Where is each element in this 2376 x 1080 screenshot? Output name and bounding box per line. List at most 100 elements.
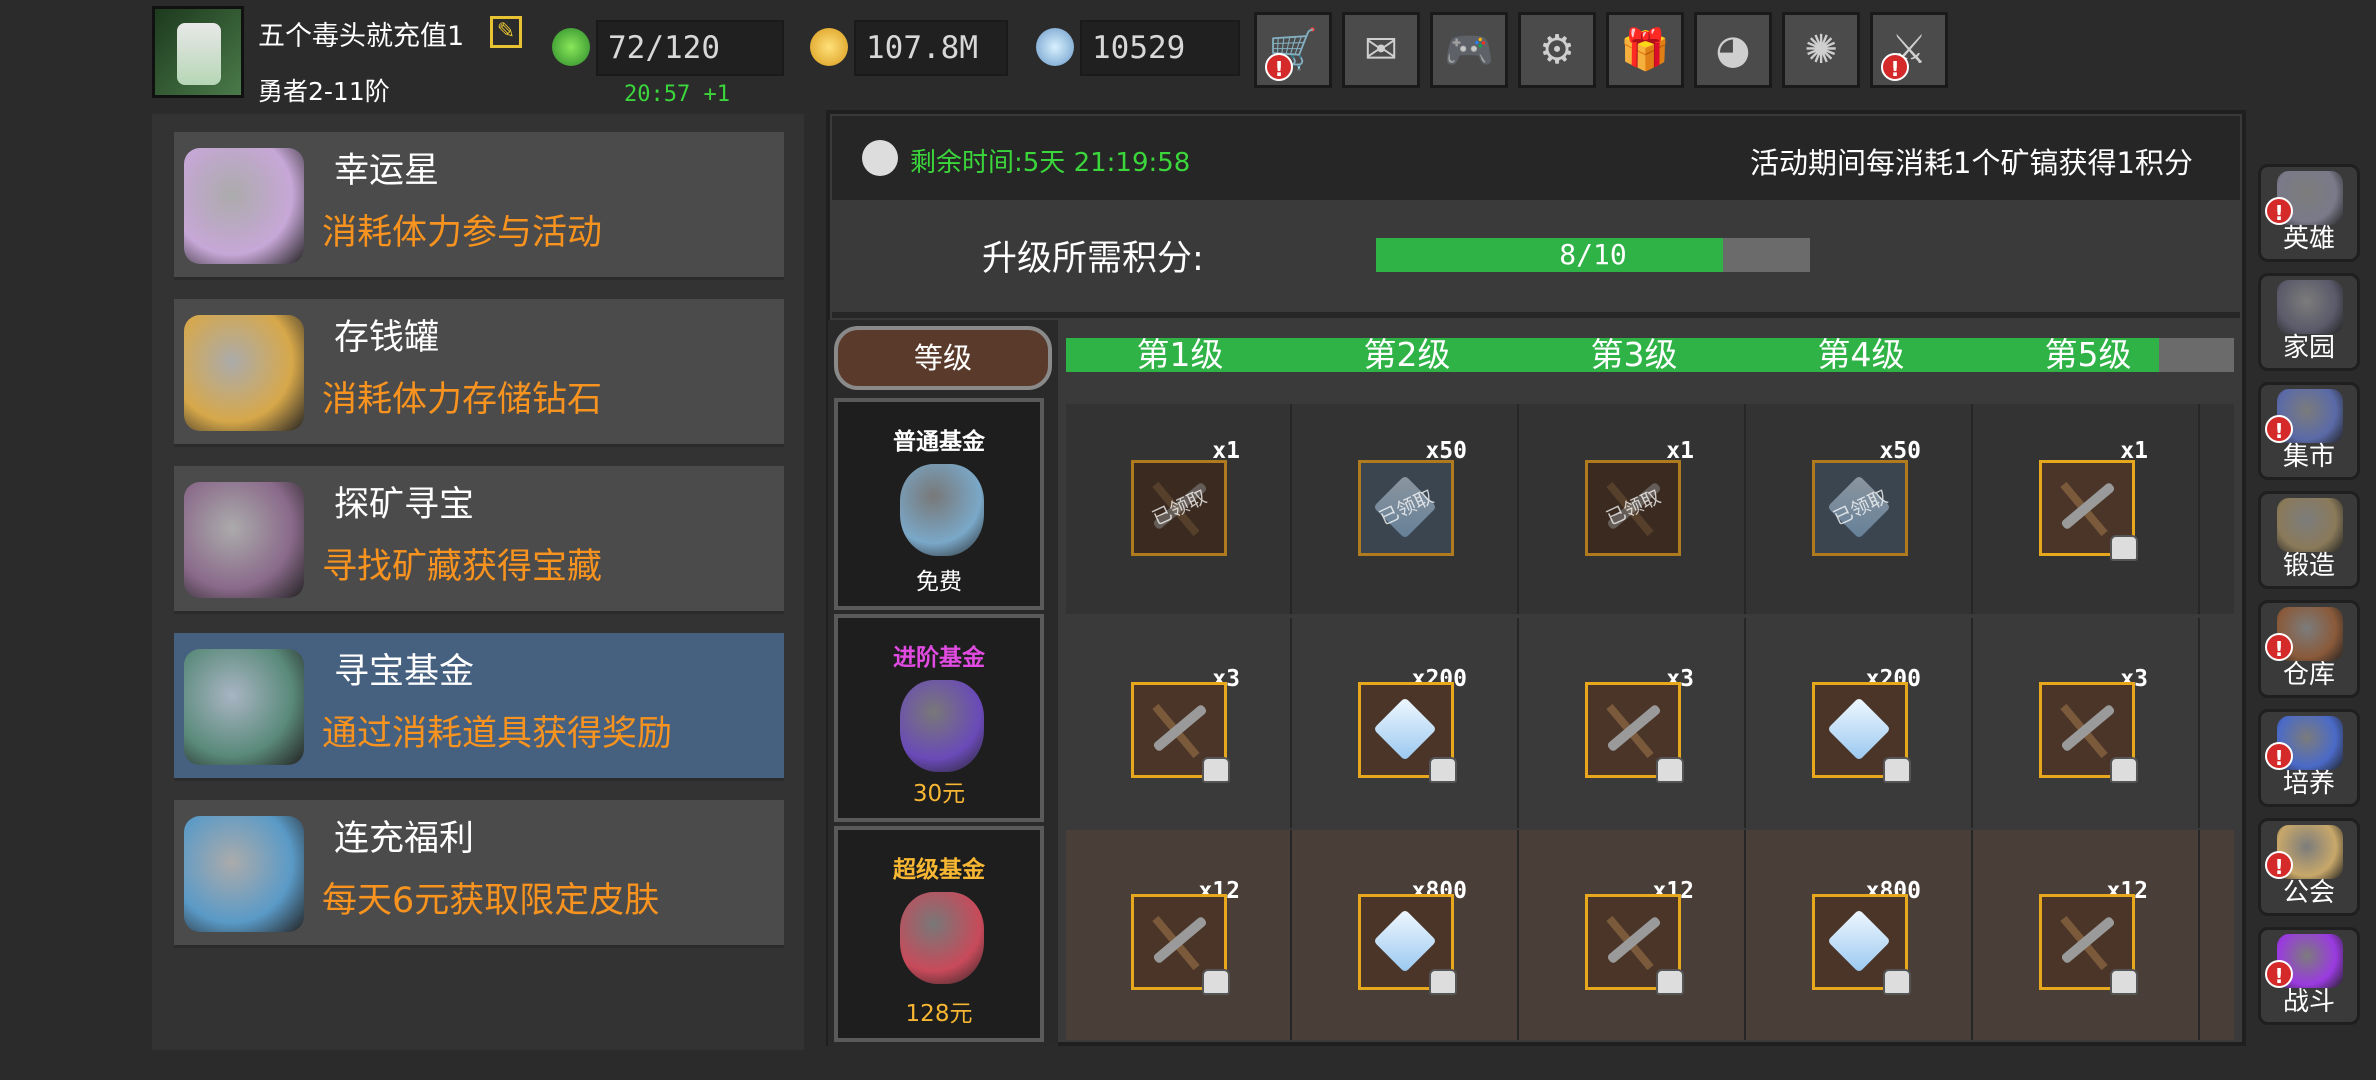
gold-coin-icon [810, 28, 848, 66]
player-avatar[interactable] [152, 6, 244, 98]
fund-tier[interactable]: 普通基金 免费 [834, 398, 1044, 610]
event-title: 探矿寻宝 [334, 485, 475, 525]
pickaxe-icon [1131, 682, 1230, 783]
gear-button[interactable]: ⚙ [1518, 12, 1596, 88]
side-menu-portal[interactable]: 战斗! [2258, 927, 2360, 1025]
lucky-star-icon [184, 148, 304, 264]
side-menu-market[interactable]: 集市! [2258, 382, 2360, 480]
crystal-icon [184, 816, 304, 932]
side-menu-anvil[interactable]: 锻造 [2258, 491, 2360, 589]
event-title: 寻宝基金 [334, 652, 475, 692]
fireworks-icon: ✺ [1804, 27, 1838, 73]
diamond-shape-icon [1827, 909, 1891, 973]
event-card[interactable]: 存钱罐消耗体力存储钻石 [174, 299, 784, 447]
points-progress-bar: 8/10 [1376, 238, 1810, 272]
edit-icon[interactable]: ✎ [490, 16, 522, 48]
diamond-icon: 已领取 [1358, 460, 1454, 556]
alert-badge-icon: ! [1881, 53, 1909, 81]
reward-cell[interactable]: x3 [1974, 618, 2200, 828]
clock-icon [862, 140, 898, 176]
reward-cell[interactable]: x800 [1293, 830, 1519, 1040]
color-wheel-icon: ◕ [1715, 27, 1751, 73]
gold-value: 107.8M [854, 20, 1008, 76]
lock-icon [1656, 969, 1684, 995]
fund-tier[interactable]: 超级基金 128元 [834, 826, 1044, 1042]
side-menu-trophy[interactable]: 培养! [2258, 709, 2360, 807]
cart-button[interactable]: 🛒! [1254, 12, 1332, 88]
diamond-icon [1812, 894, 1911, 995]
mail-button[interactable]: ✉ [1342, 12, 1420, 88]
claimed-stamp: 已领取 [1149, 485, 1211, 530]
side-menu-label: 家园 [2282, 333, 2335, 363]
reward-cell[interactable]: x12 [1974, 830, 2200, 1040]
fund-name: 超级基金 [893, 857, 985, 883]
diamond-icon: 已领取 [1812, 460, 1908, 556]
reward-cell[interactable]: x50 已领取 [1747, 404, 1973, 614]
alert-badge-icon: ! [2265, 960, 2293, 988]
diamond-icon [1358, 682, 1457, 783]
level-progress-bar: 第1级 第2级 第3级 第4级 第5级 [1066, 338, 2234, 372]
event-description: 每天6元获取限定皮肤 [322, 881, 660, 921]
color-wheel-button[interactable]: ◕ [1694, 12, 1772, 88]
claimed-stamp: 已领取 [1603, 485, 1665, 530]
side-menu-warehouse[interactable]: 仓库! [2258, 600, 2360, 698]
event-title: 存钱罐 [334, 318, 440, 358]
fund-price: 128元 [905, 1001, 973, 1027]
divider [832, 312, 2240, 318]
level-header-button[interactable]: 等级 [834, 326, 1052, 390]
pickaxe-icon: 已领取 [1131, 460, 1227, 556]
side-menu-guild[interactable]: 公会! [2258, 818, 2360, 916]
reward-cell[interactable]: x200 [1747, 618, 1973, 828]
fund-tier[interactable]: 进阶基金 30元 [834, 614, 1044, 822]
gamepad-button[interactable]: 🎮 [1430, 12, 1508, 88]
event-description: 消耗体力存储钻石 [322, 380, 603, 420]
event-card[interactable]: 连充福利 每天6元获取限定皮肤 [174, 800, 784, 948]
event-description: 寻找矿藏获得宝藏 [322, 547, 603, 587]
lock-icon [2110, 757, 2138, 783]
level-label: 第1级 [1136, 335, 1224, 374]
level-label: 第3级 [1590, 335, 1678, 374]
level-label: 第2级 [1363, 335, 1451, 374]
mail-icon: ✉ [1364, 27, 1398, 73]
event-card[interactable]: 探矿寻宝寻找矿藏获得宝藏 [174, 466, 784, 614]
lock-icon [2110, 535, 2138, 561]
reward-row: x12 x800 x12 x800 x12 [1066, 830, 2234, 1040]
event-card[interactable]: 幸运星 消耗体力参与活动 [174, 132, 784, 280]
points-progress-text: 8/10 [1559, 238, 1627, 271]
reward-cell[interactable]: x200 [1293, 618, 1519, 828]
fireworks-button[interactable]: ✺ [1782, 12, 1860, 88]
anvil-icon [2277, 498, 2343, 552]
event-description: 通过消耗道具获得奖励 [322, 714, 673, 754]
reward-cell[interactable]: x12 [1066, 830, 1292, 1040]
money-bag-icon [900, 892, 984, 984]
diamond-shape-icon [1373, 909, 1437, 973]
side-menu-castle[interactable]: 家园 [2258, 273, 2360, 371]
pickaxe-icon [1131, 894, 1230, 995]
reward-cell[interactable]: x1 [1974, 404, 2200, 614]
event-list: 幸运星 消耗体力参与活动存钱罐消耗体力存储钻石探矿寻宝寻找矿藏获得宝藏寻宝基金通过… [152, 114, 804, 1050]
alert-badge-icon: ! [2265, 742, 2293, 770]
reward-cell[interactable]: x50 已领取 [1293, 404, 1519, 614]
money-bag-icon [900, 680, 984, 772]
pickaxe-icon [2039, 894, 2138, 995]
reward-cell[interactable]: x3 [1520, 618, 1746, 828]
piggy-bank-icon [184, 315, 304, 431]
lock-icon [1656, 757, 1684, 783]
gift-button[interactable]: 🎁 [1606, 12, 1684, 88]
alert-badge-icon: ! [1265, 53, 1293, 81]
diamond-icon [1812, 682, 1911, 783]
lock-icon [1883, 969, 1911, 995]
reward-cell[interactable]: x12 [1520, 830, 1746, 1040]
alert-badge-icon: ! [2265, 633, 2293, 661]
reward-cell[interactable]: x1 已领取 [1520, 404, 1746, 614]
reward-cell[interactable]: x3 [1066, 618, 1292, 828]
player-name: 五个毒头就充值1 [258, 21, 465, 52]
reward-cell[interactable]: x1 已领取 [1066, 404, 1292, 614]
swords-button[interactable]: ⚔! [1870, 12, 1948, 88]
event-card[interactable]: 寻宝基金通过消耗道具获得奖励 [174, 633, 784, 781]
alert-badge-icon: ! [2265, 197, 2293, 225]
alert-badge-icon: ! [2265, 415, 2293, 443]
reward-row: x1 已领取 x50 已领取 x1 已领取 x50 已领取 x1 [1066, 404, 2234, 614]
side-menu-helmet[interactable]: 英雄! [2258, 164, 2360, 262]
reward-cell[interactable]: x800 [1747, 830, 1973, 1040]
